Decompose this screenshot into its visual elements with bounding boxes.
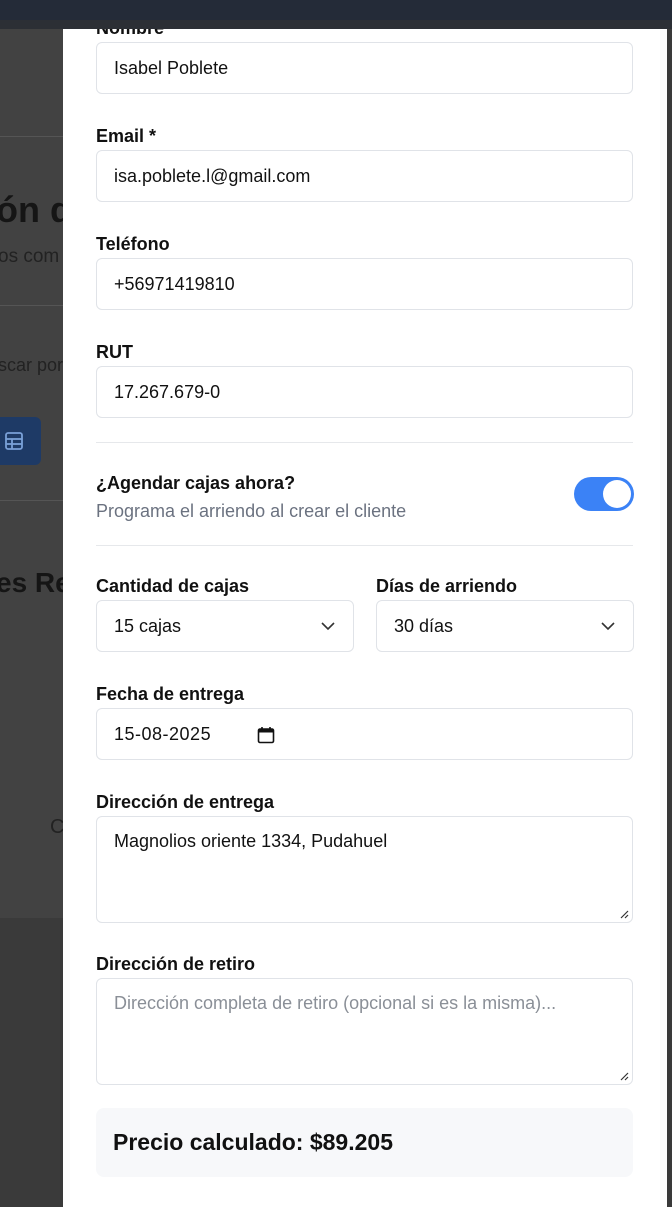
direccion-retiro-textarea[interactable]: Dirección completa de retiro (opcional s… <box>96 978 633 1085</box>
background-subtitle: os com <box>0 246 60 267</box>
rut-label: RUT <box>96 342 133 362</box>
direccion-retiro-placeholder: Dirección completa de retiro (opcional s… <box>114 993 557 1013</box>
direccion-entrega-textarea[interactable]: Magnolios oriente 1334, Pudahuel <box>96 816 633 923</box>
section-divider <box>96 442 633 443</box>
email-value: isa.poblete.l@gmail.com <box>114 165 311 186</box>
rut-input[interactable]: 17.267.679-0 <box>96 366 633 418</box>
background-search: scar por <box>0 355 63 375</box>
background-divider <box>0 136 63 137</box>
direccion-entrega-value: Magnolios oriente 1334, Pudahuel <box>114 831 388 851</box>
dias-select[interactable]: 30 días <box>376 600 634 652</box>
calendar-icon[interactable] <box>257 726 275 744</box>
price-summary: Precio calculado: $89.205 <box>96 1108 633 1177</box>
window-topbar <box>0 0 672 20</box>
cantidad-label: Cantidad de cajas <box>96 576 250 596</box>
background-panel <box>0 29 63 918</box>
agendar-description: Programa el arriendo al crear el cliente <box>96 501 407 521</box>
background-page: ón d os com scar por es Re C <box>0 29 63 1207</box>
background-title: ón d <box>0 189 63 230</box>
background-text: C <box>50 816 63 838</box>
email-input[interactable]: isa.poblete.l@gmail.com <box>96 150 633 202</box>
topbar-shadow <box>0 20 672 29</box>
resize-handle-icon[interactable] <box>619 909 629 919</box>
nombre-value: Isabel Poblete <box>114 57 229 78</box>
email-label: Email * <box>96 126 157 146</box>
telefono-label: Teléfono <box>96 234 170 254</box>
direccion-entrega-label: Dirección de entrega <box>96 792 275 812</box>
telefono-input[interactable]: +56971419810 <box>96 258 633 310</box>
chevron-down-icon <box>601 622 615 631</box>
agendar-toggle[interactable] <box>574 477 634 511</box>
background-divider <box>0 500 63 501</box>
nombre-input[interactable]: Isabel Poblete <box>96 42 633 94</box>
rut-value: 17.267.679-0 <box>114 381 221 402</box>
dias-selected: 30 días <box>394 615 454 636</box>
resize-handle-icon[interactable] <box>619 1071 629 1081</box>
cantidad-selected: 15 cajas <box>114 615 182 636</box>
fecha-input[interactable]: 15-08-2025 <box>96 708 633 760</box>
toggle-knob <box>603 480 631 508</box>
fecha-value: 15-08-2025 <box>114 723 212 744</box>
background-table-view-button <box>0 417 41 465</box>
background-section-heading: es Re <box>0 567 63 598</box>
chevron-down-icon <box>321 622 335 631</box>
section-divider <box>96 545 633 546</box>
direccion-retiro-label: Dirección de retiro <box>96 954 256 974</box>
modal-edge-overlay <box>667 29 672 1207</box>
fecha-label: Fecha de entrega <box>96 684 245 704</box>
create-client-modal: Nombre Isabel Poblete Email * isa.poblet… <box>63 29 667 1207</box>
background-divider <box>0 305 63 306</box>
agendar-title: ¿Agendar cajas ahora? <box>96 473 296 493</box>
nombre-label: Nombre <box>96 29 164 39</box>
cantidad-select[interactable]: 15 cajas <box>96 600 354 652</box>
dias-label: Días de arriendo <box>376 576 518 596</box>
calculated-price: Precio calculado: $89.205 <box>113 1129 393 1155</box>
table-icon <box>5 432 23 450</box>
telefono-value: +56971419810 <box>114 273 235 294</box>
